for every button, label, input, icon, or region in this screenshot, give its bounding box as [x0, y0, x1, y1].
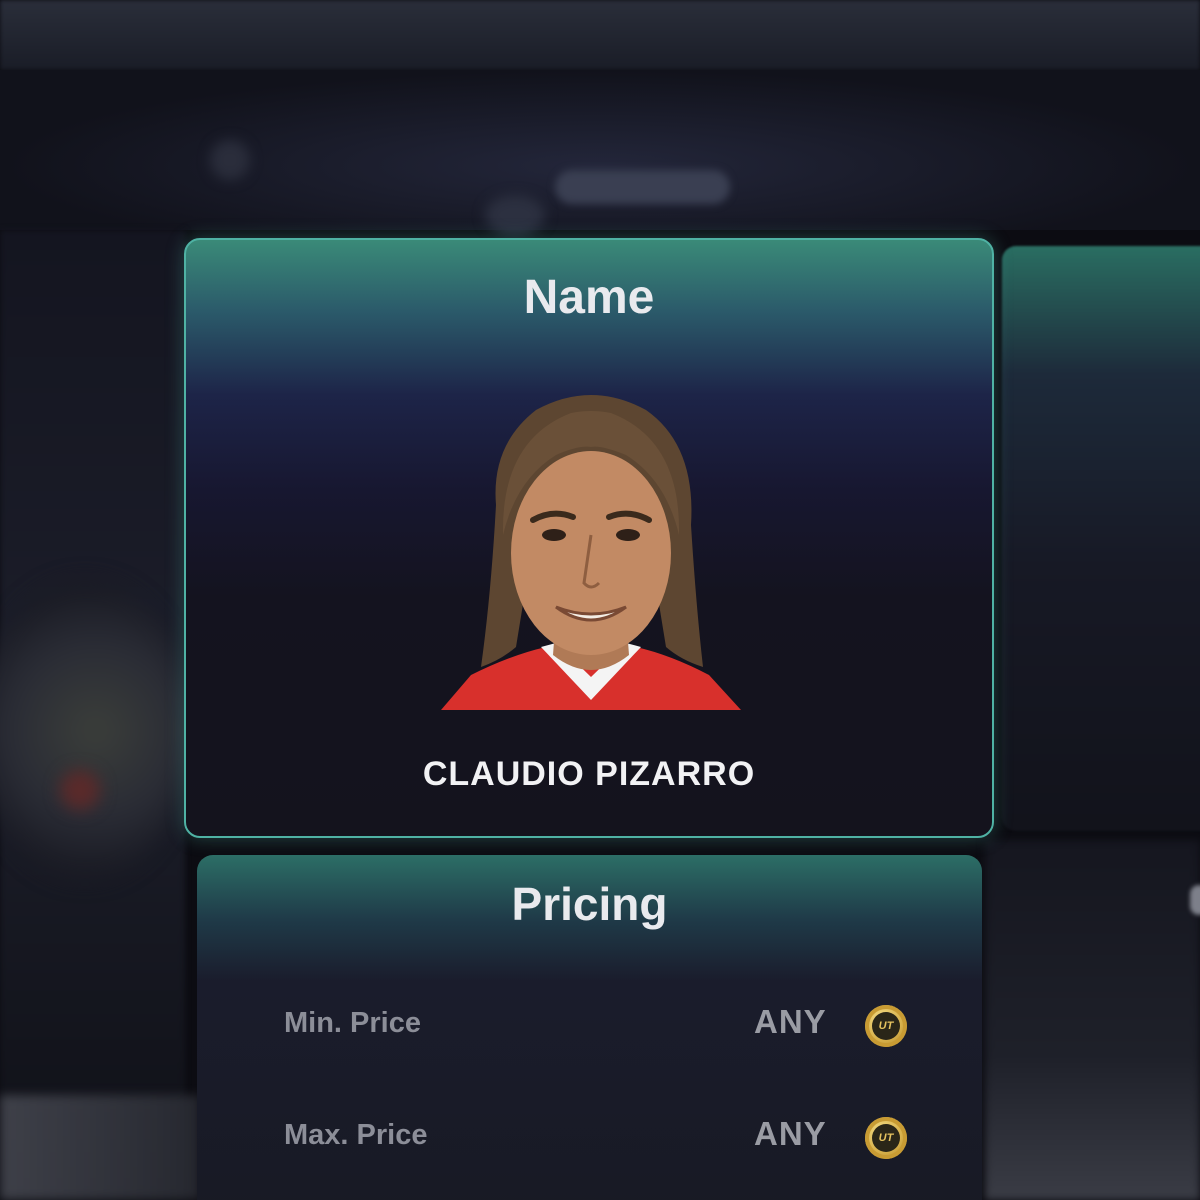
max-price-label: Max. Price	[284, 1119, 428, 1151]
coin-icon: UT	[865, 1005, 907, 1047]
player-portrait-icon	[441, 395, 741, 710]
name-filter-card[interactable]: Name CLAUDIO PIZARRO	[184, 238, 994, 838]
player-name: CLAUDIO PIZARRO	[422, 755, 756, 793]
background-dot	[485, 195, 545, 235]
background-dot	[210, 140, 250, 180]
background-right-lower	[985, 840, 1200, 1200]
min-price-row[interactable]: Min. Price ANY UT	[197, 995, 982, 1055]
background-pill	[555, 170, 730, 204]
background-left-bottom	[0, 1095, 200, 1200]
background-band	[0, 70, 1200, 230]
pricing-filter-card[interactable]: Pricing Min. Price ANY UT Max. Price ANY…	[197, 855, 982, 1200]
name-card-title: Name	[523, 271, 655, 324]
coin-text: UT	[872, 1012, 900, 1040]
min-price-value: ANY	[754, 1003, 827, 1040]
min-price-label: Min. Price	[284, 1007, 421, 1039]
max-price-row[interactable]: Max. Price ANY UT	[197, 1107, 982, 1167]
background-header	[0, 0, 1200, 70]
pricing-card-title: Pricing	[511, 878, 668, 930]
coin-text: UT	[872, 1124, 900, 1152]
coin-icon: UT	[865, 1117, 907, 1159]
max-price-value: ANY	[754, 1115, 827, 1152]
background-next-card	[1002, 246, 1200, 831]
background-crest-accent	[60, 770, 100, 810]
background-right-dot	[1190, 885, 1200, 915]
